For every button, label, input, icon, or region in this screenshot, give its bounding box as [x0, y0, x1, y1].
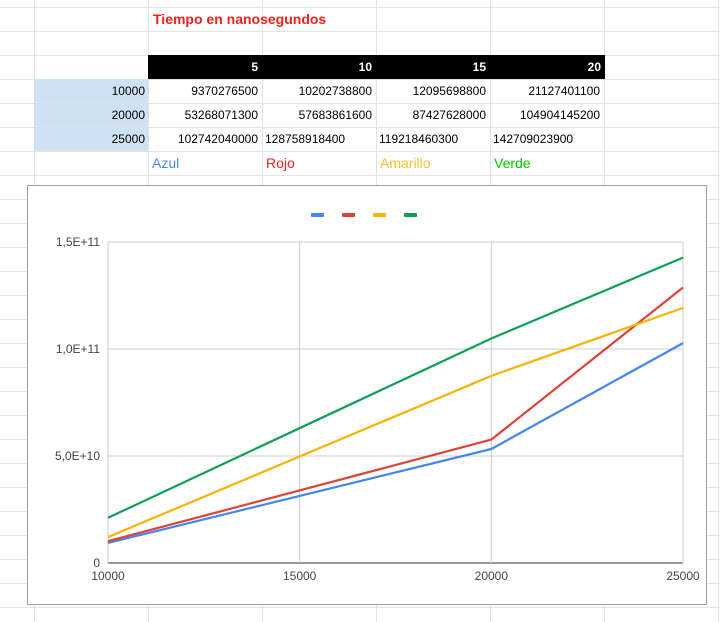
- legend-swatch-3: [404, 213, 417, 217]
- series-line-2: [107, 306, 684, 539]
- x-tick-label: 15000: [283, 569, 317, 583]
- header-cell-20[interactable]: 20: [490, 55, 605, 79]
- y-tick-label: 1,0E+11: [56, 342, 100, 356]
- table-cell[interactable]: 21127401100: [490, 79, 604, 103]
- legend-swatch-1: [342, 213, 355, 217]
- table-cell[interactable]: 104904145200: [490, 103, 604, 127]
- x-tick-label: 20000: [475, 569, 509, 583]
- row-header-20000[interactable]: 20000: [34, 103, 148, 127]
- y-tick-label: 1,5E+11: [56, 235, 100, 249]
- table-cell[interactable]: 119218460300: [376, 127, 490, 151]
- header-cell-15[interactable]: 15: [376, 55, 490, 79]
- y-tick-label: 0: [93, 556, 100, 570]
- table-cell[interactable]: 87427628000: [376, 103, 490, 127]
- x-tick-label: 10000: [91, 569, 125, 583]
- legend-swatch-2: [373, 213, 386, 217]
- label-azul[interactable]: Azul: [148, 151, 262, 175]
- table-cell[interactable]: 102742040000: [148, 127, 262, 151]
- x-tick-label: 25000: [666, 569, 700, 583]
- line-chart: 0 5,0E+10 1,0E+11 1,5E+11 10000 15000 20000 250…: [55, 213, 700, 583]
- row-header-25000[interactable]: 25000: [34, 127, 148, 151]
- table-cell[interactable]: 128758918400: [262, 127, 376, 151]
- label-amarillo[interactable]: Amarillo: [376, 151, 490, 175]
- table-cell[interactable]: 9370276500: [148, 79, 262, 103]
- series-line-3: [107, 256, 684, 519]
- table-cell[interactable]: 57683861600: [262, 103, 376, 127]
- embedded-chart[interactable]: 0 5,0E+10 1,0E+11 1,5E+11 10000 15000 20000 250…: [27, 185, 707, 605]
- series-line-0: [107, 342, 684, 544]
- label-verde[interactable]: Verde: [490, 151, 604, 175]
- label-rojo[interactable]: Rojo: [262, 151, 376, 175]
- table-cell[interactable]: 142709023900: [490, 127, 604, 151]
- table-cell[interactable]: 12095698800: [376, 79, 490, 103]
- header-cell-10[interactable]: 10: [262, 55, 376, 79]
- y-tick-label: 5,0E+10: [55, 449, 100, 463]
- legend-swatch-0: [311, 213, 324, 217]
- series-line-1: [107, 286, 684, 543]
- table-cell[interactable]: 53268071300: [148, 103, 262, 127]
- row-header-10000[interactable]: 10000: [34, 79, 148, 103]
- sheet-title[interactable]: Tiempo en nanosegundos: [153, 7, 326, 31]
- header-cell-5[interactable]: 5: [148, 55, 262, 79]
- table-cell[interactable]: 10202738800: [262, 79, 376, 103]
